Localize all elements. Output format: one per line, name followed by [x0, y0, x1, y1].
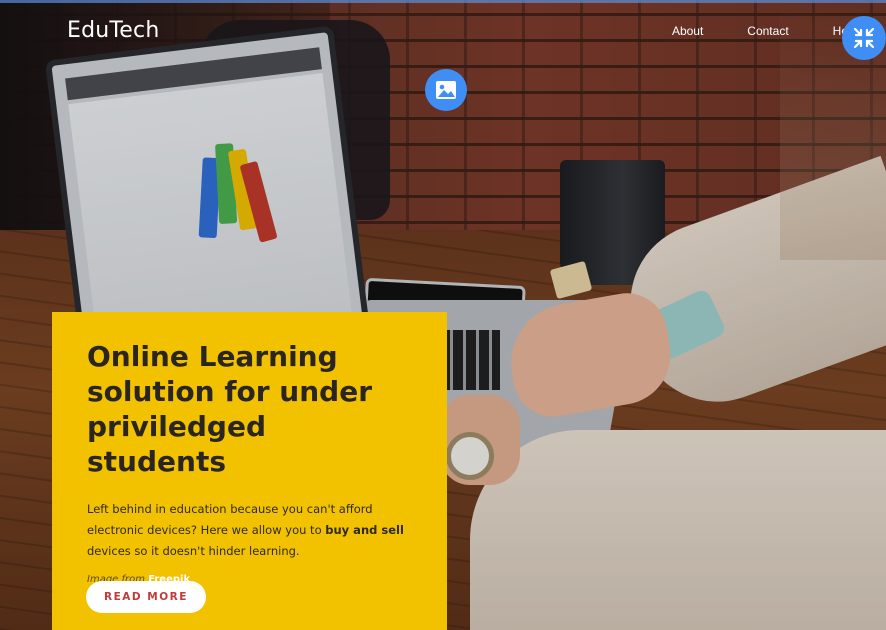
collapse-arrows-icon [853, 27, 875, 49]
main-nav: About Contact He [672, 24, 848, 38]
nav-about[interactable]: About [672, 24, 703, 38]
hero-card: Online Learning solution for under privi… [52, 312, 447, 630]
hero-text-after: devices so it doesn't hinder learning. [87, 544, 300, 558]
nav-contact[interactable]: Contact [747, 24, 788, 38]
image-icon [436, 81, 456, 99]
read-more-button[interactable]: READ MORE [86, 581, 206, 613]
hero-title: Online Learning solution for under privi… [87, 340, 373, 478]
collapse-button[interactable] [842, 16, 886, 60]
brand-logo[interactable]: EduTech [67, 18, 159, 43]
top-accent-line [0, 0, 886, 3]
hero-text-bold: buy and sell [325, 523, 404, 537]
image-edit-button[interactable] [425, 69, 467, 111]
hero-description: Left behind in education because you can… [87, 499, 417, 562]
